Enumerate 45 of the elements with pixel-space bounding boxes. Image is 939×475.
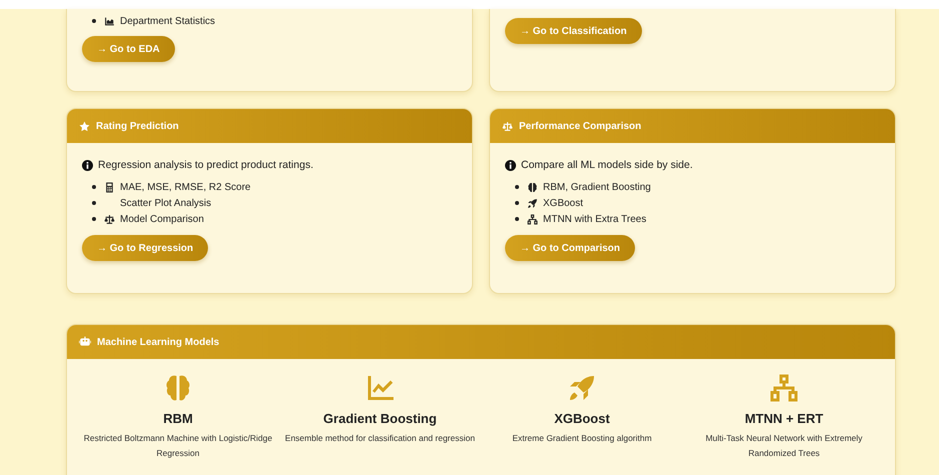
network-icon — [769, 373, 799, 403]
model-description: Ensemble method for classification and regression — [285, 432, 475, 445]
bar-chart-icon — [104, 16, 115, 26]
bullet-icon — [92, 201, 96, 205]
model-name: RBM — [163, 411, 193, 426]
info-icon — [505, 160, 516, 170]
calculator-icon — [104, 182, 115, 192]
list-item: XGBoost — [543, 198, 584, 208]
model-description: Extreme Gradient Boosting algorithm — [512, 432, 652, 445]
card-title: Machine Learning Models — [97, 336, 220, 348]
scale-icon — [104, 214, 115, 224]
rocket-icon — [527, 198, 538, 208]
robot-icon — [79, 336, 91, 348]
brain-icon — [527, 182, 538, 192]
card-description: Regression analysis to predict product ratings. — [98, 159, 314, 171]
bullet-icon — [515, 185, 519, 189]
list-item: Scatter Plot Analysis — [120, 198, 212, 208]
model-name: MTNN + ERT — [744, 411, 824, 426]
go-button[interactable]: → Go to Classification — [505, 18, 642, 44]
list-item: Model Comparison — [120, 214, 204, 224]
line-chart-icon — [365, 373, 395, 403]
card-description: Compare all ML models side by side. — [521, 159, 693, 171]
go-button[interactable]: → Go to Comparison — [505, 235, 635, 261]
card-title: Performance Comparison — [519, 120, 642, 132]
model-description: Multi-Task Neural Network with Extremely Randomized Trees — [704, 432, 864, 460]
bullet-icon — [515, 217, 519, 221]
list-item: MAE, MSE, RMSE, R2 Score — [120, 182, 251, 192]
bullet-icon — [92, 19, 96, 23]
list-item: Department Statistics — [120, 16, 216, 26]
bullet-icon — [92, 185, 96, 189]
list-item: RBM, Gradient Boosting — [543, 182, 651, 192]
list-item: MTNN with Extra Trees — [543, 214, 646, 224]
go-button[interactable]: → Go to EDA — [82, 36, 175, 62]
star-icon — [79, 120, 90, 132]
model-name: XGBoost — [554, 411, 610, 426]
info-icon — [82, 160, 93, 170]
model-name: Gradient Boosting — [323, 411, 437, 426]
bullet-icon — [515, 201, 519, 205]
bullet-icon — [92, 217, 96, 221]
go-button[interactable]: → Go to Regression — [82, 235, 208, 261]
card-title: Rating Prediction — [96, 120, 179, 132]
network-icon — [527, 214, 538, 224]
rocket-icon — [567, 373, 597, 403]
scale-icon — [502, 120, 513, 132]
model-description: Restricted Boltzmann Machine with Logistic/Ridge Regression — [83, 432, 273, 460]
